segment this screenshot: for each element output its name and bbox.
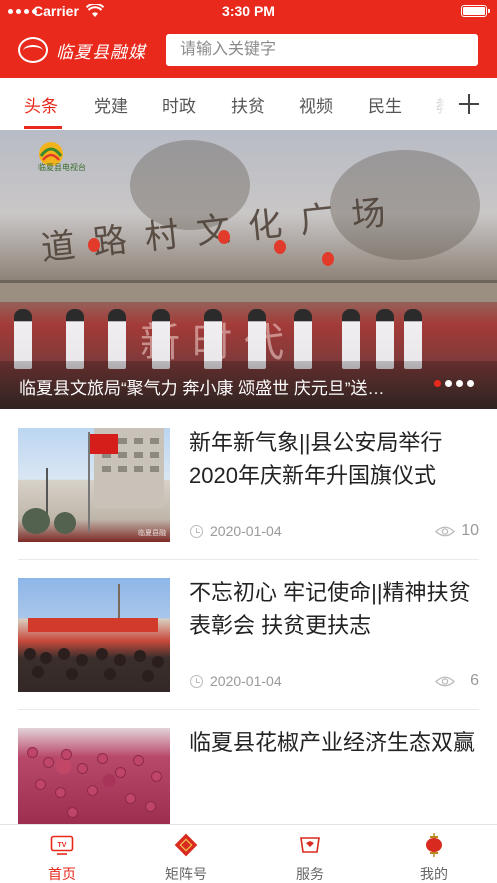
news-views: 6 [470, 672, 479, 689]
logo-text: 临夏县融媒 [56, 42, 146, 63]
logo-badge-icon [18, 37, 48, 63]
lantern-decor [88, 238, 100, 252]
banner-dot[interactable] [434, 380, 441, 387]
thumb-person [32, 666, 44, 678]
lantern-decor [322, 252, 334, 266]
thumb-banner-sign [28, 618, 158, 632]
thumb-person [76, 654, 88, 666]
banner-dancer [152, 309, 170, 369]
status-time: 3:30 PM [222, 3, 275, 19]
news-thumbnail[interactable] [18, 578, 170, 692]
news-date: 2020-01-04 [210, 673, 282, 689]
thumb-person [152, 656, 164, 668]
banner-dancer [404, 309, 422, 369]
app-header: Carrier 3:30 PM 临夏县融媒 [0, 0, 497, 78]
service-icon[interactable] [298, 833, 322, 857]
news-thumbnail[interactable] [18, 728, 170, 824]
banner-dot[interactable] [445, 380, 452, 387]
banner-dot[interactable] [467, 380, 474, 387]
news-title[interactable]: 新年新气象||县公安局举行2020年庆新年升国旗仪式 [189, 426, 479, 492]
tabbar-service[interactable]: 服务 [248, 825, 372, 883]
eye-icon [435, 526, 455, 537]
list-divider [18, 709, 479, 710]
thumb-person [24, 648, 36, 660]
banner-dancer [342, 309, 360, 369]
category-tabs: 头条 党建 时政 扶贫 视频 民生 教 [0, 78, 497, 130]
thumb-tree [54, 512, 76, 534]
lantern-decor [218, 230, 230, 244]
thumb-person [114, 654, 126, 666]
eye-icon [435, 676, 455, 687]
clock-icon [190, 675, 203, 688]
status-bar: Carrier 3:30 PM [0, 0, 497, 24]
tabbar-label[interactable]: 首页 [0, 864, 124, 883]
tab-party[interactable]: 党建 [94, 92, 128, 117]
thumb-person [134, 650, 146, 662]
lantern-icon[interactable] [422, 833, 446, 857]
clock-icon [190, 525, 203, 538]
news-thumbnail[interactable]: 临夏县融 [18, 428, 170, 542]
active-tab-indicator [24, 126, 62, 129]
tab-headline[interactable]: 头条 [24, 92, 58, 117]
banner-caption-text[interactable]: 临夏县文旅局“聚气力 奔小康 颂盛世 庆元旦”送… [19, 374, 421, 399]
fu-icon[interactable] [174, 833, 198, 857]
tabbar-matrix[interactable]: 矩阵号 [124, 825, 248, 883]
banner-dancer [294, 309, 312, 369]
tv-icon[interactable]: TV [50, 833, 74, 857]
app-logo: 临夏县融媒 [18, 36, 148, 64]
bottom-tab-bar: TV 首页 矩阵号 服务 我的 [0, 824, 497, 883]
news-meta: 2020-01-04 10 [190, 522, 479, 542]
thumb-person [58, 648, 70, 660]
thumb-person [142, 670, 154, 682]
tab-poverty[interactable]: 扶贫 [231, 92, 265, 117]
news-title[interactable]: 不忘初心 牢记使命||精神扶贫表彰会 扶贫更扶志 [189, 576, 479, 642]
tabbar-label[interactable]: 矩阵号 [124, 864, 248, 883]
news-item[interactable]: 不忘初心 牢记使命||精神扶贫表彰会 扶贫更扶志 2020-01-04 6 [18, 578, 479, 728]
banner-carousel[interactable]: 临夏县电视台 道路村文化广场 新时代 临夏县文旅局“聚气力 奔小康 颂盛世 庆元… [0, 130, 497, 409]
news-item[interactable]: 临夏县融 新年新气象||县公安局举行2020年庆新年升国旗仪式 2020-01-… [18, 428, 479, 578]
tab-politics[interactable]: 时政 [162, 92, 196, 117]
news-views: 10 [461, 522, 479, 539]
news-date: 2020-01-04 [210, 523, 282, 539]
tab-video[interactable]: 视频 [299, 92, 333, 117]
thumb-person [40, 652, 52, 664]
banner-dancer [248, 309, 266, 369]
news-meta: 2020-01-04 6 [190, 672, 479, 692]
banner-dot[interactable] [456, 380, 463, 387]
thumb-tree [22, 508, 50, 534]
banner-dancer [66, 309, 84, 369]
list-divider [18, 559, 479, 560]
banner-dancer [204, 309, 222, 369]
tabbar-profile[interactable]: 我的 [372, 825, 496, 883]
battery-icon [461, 5, 490, 17]
thumb-person [96, 648, 108, 660]
tabbar-label[interactable]: 服务 [248, 864, 372, 883]
search-input[interactable] [166, 34, 478, 66]
thumb-person [104, 668, 116, 680]
tabbar-home[interactable]: TV 首页 [0, 825, 124, 883]
banner-dancer [14, 309, 32, 369]
search-box[interactable] [166, 34, 478, 66]
add-channel-button[interactable] [452, 78, 497, 130]
tabs-fade-overlay [418, 78, 452, 130]
tabbar-label[interactable]: 我的 [372, 864, 496, 883]
lantern-decor [274, 240, 286, 254]
svg-text:TV: TV [58, 842, 67, 849]
banner-dancer [108, 309, 126, 369]
tab-livelihood[interactable]: 民生 [368, 92, 402, 117]
thumb-flag [90, 434, 118, 454]
banner-dancer [376, 309, 394, 369]
news-title[interactable]: 临夏县花椒产业经济生态双赢 [189, 726, 479, 759]
thumb-watermark: 临夏县融 [138, 530, 166, 537]
banner-page-indicator[interactable] [434, 380, 474, 387]
thumb-person [66, 668, 78, 680]
banner-caption-bar: 临夏县文旅局“聚气力 奔小康 颂盛世 庆元旦”送… [0, 361, 497, 409]
banner-wall [0, 280, 497, 302]
tv-station-name: 临夏县电视台 [38, 163, 86, 172]
